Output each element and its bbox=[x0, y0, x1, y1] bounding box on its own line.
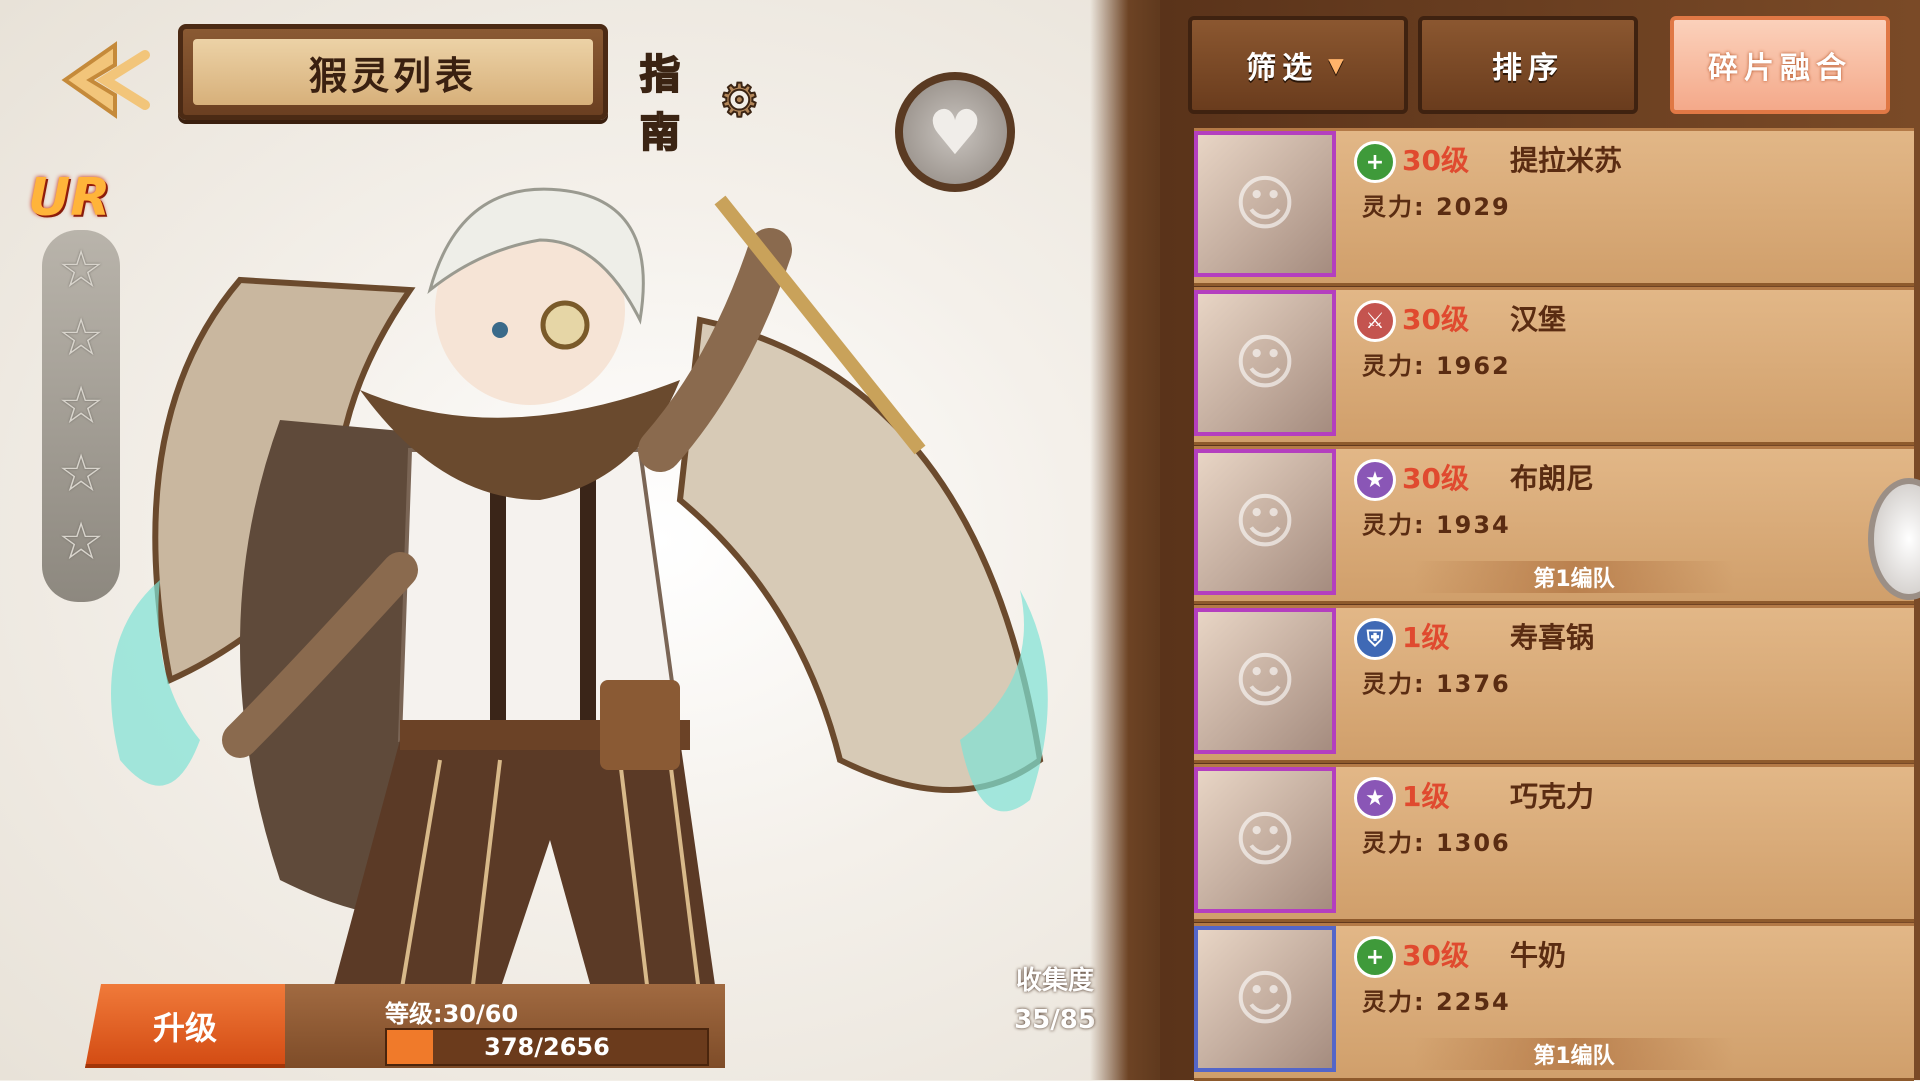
character-name: 布朗尼 bbox=[1510, 462, 1595, 495]
character-power: 灵力: 2029 bbox=[1362, 193, 1511, 221]
level-panel: 升级 等级:30/60 378/2656 bbox=[85, 980, 725, 1070]
plus-class-icon: + bbox=[1354, 141, 1396, 183]
sword-class-icon: ⚔ bbox=[1354, 300, 1396, 342]
character-card[interactable]: ☺ ⛨ 1级 寿喜锅灵力: 1376 bbox=[1194, 605, 1914, 763]
team-badge: 第1编队 bbox=[1414, 1038, 1734, 1070]
character-power: 灵力: 1934 bbox=[1362, 511, 1511, 539]
guide-button[interactable]: 指南 ⚙ bbox=[639, 51, 761, 157]
exp-text: 378/2656 bbox=[484, 1033, 610, 1061]
character-level: 30级 bbox=[1402, 303, 1469, 336]
character-portrait: ☺ bbox=[1194, 767, 1336, 913]
back-arrow-icon[interactable] bbox=[45, 35, 165, 125]
title-board: 猳灵列表 bbox=[178, 24, 608, 120]
character-card[interactable]: ☺ ★ 30级 布朗尼灵力: 1934 第1编队 bbox=[1194, 446, 1914, 604]
character-portrait: ☺ bbox=[1194, 290, 1336, 436]
character-level: 1级 bbox=[1402, 780, 1450, 813]
plus-class-icon: + bbox=[1354, 936, 1396, 978]
character-portrait: ☺ bbox=[1194, 449, 1336, 595]
star-rating: ☆ ☆ ☆ ☆ ☆ bbox=[42, 230, 120, 602]
filter-button[interactable]: 筛选 ▼ bbox=[1188, 16, 1408, 114]
star-icon: ☆ bbox=[57, 308, 105, 368]
character-portrait: ☺ bbox=[1194, 131, 1336, 277]
character-illustration bbox=[111, 187, 1048, 1020]
star-icon: ☆ bbox=[57, 376, 105, 436]
star-icon: ☆ bbox=[57, 444, 105, 504]
character-level: 1级 bbox=[1402, 621, 1450, 654]
filter-label: 筛选 bbox=[1246, 51, 1319, 86]
character-portrait: ☺ bbox=[1194, 926, 1336, 1072]
team-badge: 第1编队 bbox=[1414, 561, 1734, 593]
character-level: 30级 bbox=[1402, 144, 1469, 177]
character-level: 30级 bbox=[1402, 939, 1469, 972]
gear-icon: ⚙ bbox=[718, 72, 761, 128]
favorite-heart-icon[interactable]: ♥ bbox=[895, 72, 1015, 192]
character-power: 灵力: 2254 bbox=[1362, 988, 1511, 1016]
shield-class-icon: ⛨ bbox=[1354, 618, 1396, 660]
star-icon: ☆ bbox=[57, 512, 105, 572]
character-art-area: 猳灵列表 指南 ⚙ ♥ UR ☆ ☆ ☆ ☆ ☆ 升级 等级:30/60 378… bbox=[0, 0, 1200, 1080]
guide-label: 指南 bbox=[639, 51, 681, 157]
character-name: 寿喜锅 bbox=[1510, 621, 1595, 654]
sort-button[interactable]: 排序 bbox=[1418, 16, 1638, 114]
character-name: 汉堡 bbox=[1510, 303, 1567, 336]
character-list-panel: 筛选 ▼ 排序 碎片融合 ☺ +30级 提拉米苏 灵力: 2029 ☺ ⚔ 30级 汉堡 灵力:… bbox=[1160, 0, 1920, 1081]
level-text: 等级:30/60 bbox=[385, 1000, 519, 1028]
character-name: 牛奶 bbox=[1510, 939, 1567, 972]
character-portrait: ☺ bbox=[1194, 608, 1336, 754]
character-power: 灵力: 1962 bbox=[1362, 352, 1511, 380]
fragment-fusion-button[interactable]: 碎片融合 bbox=[1670, 16, 1890, 114]
character-level: 30级 bbox=[1402, 462, 1469, 495]
character-name: 提拉米苏 bbox=[1510, 144, 1623, 177]
character-power: 灵力: 1376 bbox=[1362, 670, 1511, 698]
character-card[interactable]: ☺ +30级 牛奶灵力: 2254 第1编队 bbox=[1194, 923, 1914, 1081]
upgrade-button[interactable]: 升级 bbox=[85, 984, 285, 1068]
page-title: 猳灵列表 bbox=[193, 39, 593, 105]
character-card[interactable]: ☺ +30级 提拉米苏灵力: 2029 bbox=[1194, 128, 1914, 286]
exp-bar: 378/2656 bbox=[385, 1028, 709, 1066]
star-class-icon: ★ bbox=[1354, 459, 1396, 501]
character-power: 灵力: 1306 bbox=[1362, 829, 1511, 857]
character-card[interactable]: ☺ ⚔ 30级 汉堡灵力: 1962 bbox=[1194, 287, 1914, 445]
rarity-badge: UR bbox=[28, 168, 111, 228]
star-icon: ☆ bbox=[57, 240, 105, 300]
star-class-icon: ★ bbox=[1354, 777, 1396, 819]
level-box: 等级:30/60 378/2656 bbox=[285, 984, 725, 1068]
character-name: 巧克力 bbox=[1510, 780, 1595, 813]
chevron-down-icon: ▼ bbox=[1328, 53, 1350, 77]
character-card[interactable]: ☺ ★ 1级 巧克力灵力: 1306 bbox=[1194, 764, 1914, 922]
